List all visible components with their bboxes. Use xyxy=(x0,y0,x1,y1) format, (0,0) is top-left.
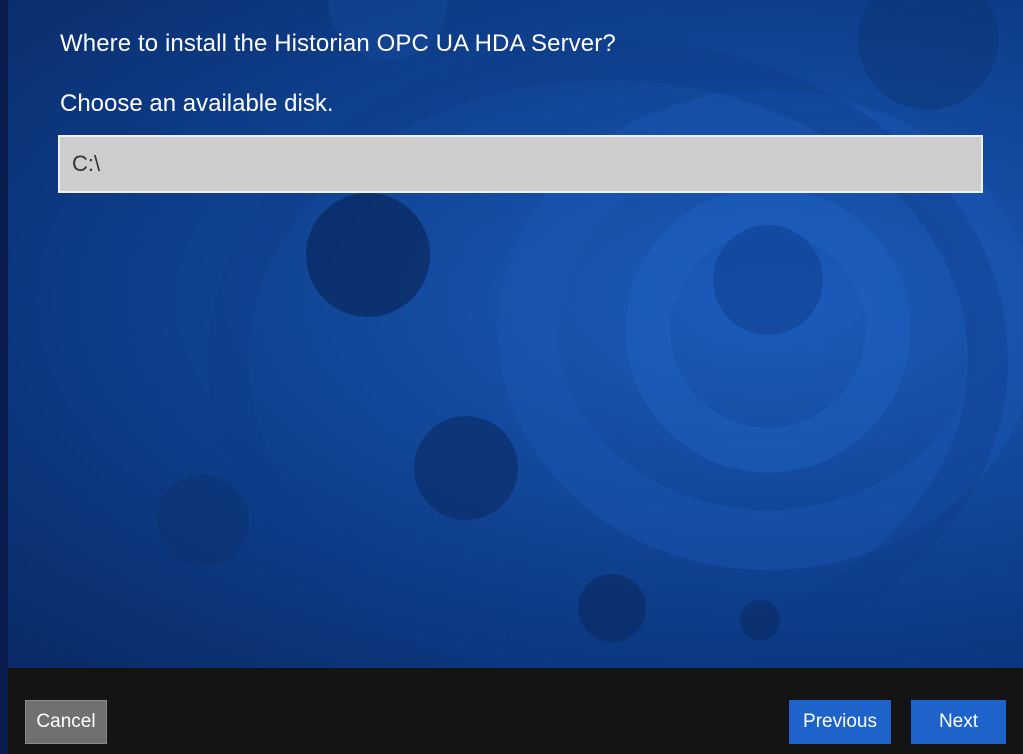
install-disk-field[interactable]: C:\ xyxy=(58,135,983,193)
footer-bar: Cancel Previous Next xyxy=(8,668,1023,754)
page-title: Where to install the Historian OPC UA HD… xyxy=(60,30,616,57)
next-button[interactable]: Next xyxy=(911,700,1006,744)
previous-button[interactable]: Previous xyxy=(789,700,891,744)
content-panel: Where to install the Historian OPC UA HD… xyxy=(8,0,1023,668)
install-disk-value: C:\ xyxy=(72,151,101,176)
installer-window: Where to install the Historian OPC UA HD… xyxy=(0,0,1023,754)
cancel-button[interactable]: Cancel xyxy=(25,700,107,744)
page-instruction: Choose an available disk. xyxy=(60,90,334,117)
